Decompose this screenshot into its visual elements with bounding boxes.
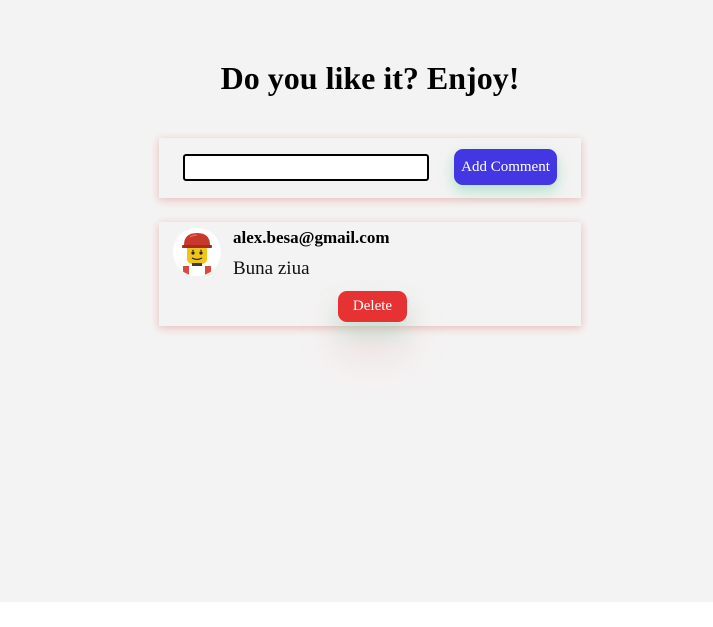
page-title: Do you like it? Enjoy!	[220, 60, 520, 96]
comment-author: alex.besa@gmail.com	[233, 228, 390, 247]
page: Do you like it? Enjoy! Add Comment alex.…	[0, 0, 713, 602]
add-comment-button[interactable]: Add Comment	[454, 149, 557, 185]
lego-minifigure-avatar-icon	[182, 233, 212, 276]
avatar	[173, 228, 221, 276]
comment-text: Buna ziua	[233, 258, 310, 279]
comment-form: Add Comment	[159, 138, 581, 198]
delete-comment-button[interactable]: Delete	[338, 291, 407, 322]
comment-input[interactable]	[183, 154, 429, 181]
comment-card: alex.besa@gmail.com Buna ziua Delete	[159, 222, 581, 326]
